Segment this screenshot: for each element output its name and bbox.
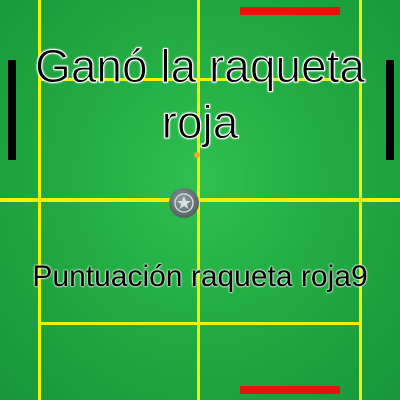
ball-icon: [194, 152, 200, 158]
star-icon: [174, 193, 194, 213]
score-value: 9: [350, 260, 368, 293]
star-ball-icon[interactable]: [169, 188, 199, 218]
winner-message: Ganó la raqueta roja: [35, 40, 366, 149]
court-net-line: [0, 198, 400, 202]
red-paddle-top[interactable]: [240, 7, 340, 15]
court-service-line-bottom: [38, 322, 362, 325]
game-court: Ganó la raqueta roja Puntuación raqueta …: [0, 0, 400, 400]
red-paddle-bottom[interactable]: [240, 386, 340, 394]
score-display: Puntuación raqueta roja9: [0, 258, 400, 296]
score-label: Puntuación raqueta roja: [32, 260, 351, 293]
